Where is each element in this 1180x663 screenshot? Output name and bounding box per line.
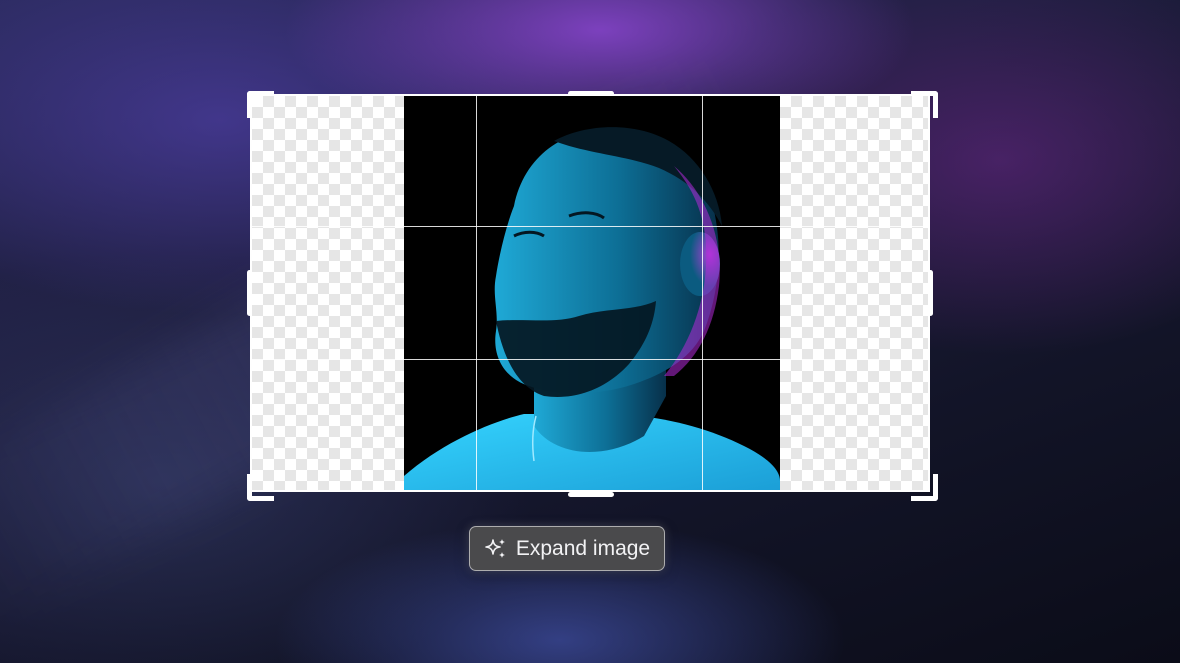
grid-line-horizontal-2 [252, 359, 928, 360]
crop-handle-bottom-right[interactable] [911, 474, 938, 501]
crop-handle-left[interactable] [247, 270, 252, 316]
portrait-illustration [404, 96, 780, 490]
grid-line-vertical-2 [702, 96, 703, 490]
grid-line-vertical-1 [476, 96, 477, 490]
sparkles-icon [485, 538, 505, 558]
crop-handle-right[interactable] [928, 270, 933, 316]
portrait-photo [404, 96, 780, 490]
crop-handle-top[interactable] [568, 91, 614, 96]
grid-line-horizontal-1 [252, 226, 928, 227]
crop-area[interactable] [250, 94, 930, 492]
crop-handle-bottom-left[interactable] [247, 474, 274, 501]
crop-handle-top-left[interactable] [247, 91, 274, 118]
expand-image-label: Expand image [515, 536, 651, 560]
crop-handle-top-right[interactable] [911, 91, 938, 118]
expand-image-button[interactable]: Expand image [469, 526, 665, 571]
crop-handle-bottom[interactable] [568, 492, 614, 497]
